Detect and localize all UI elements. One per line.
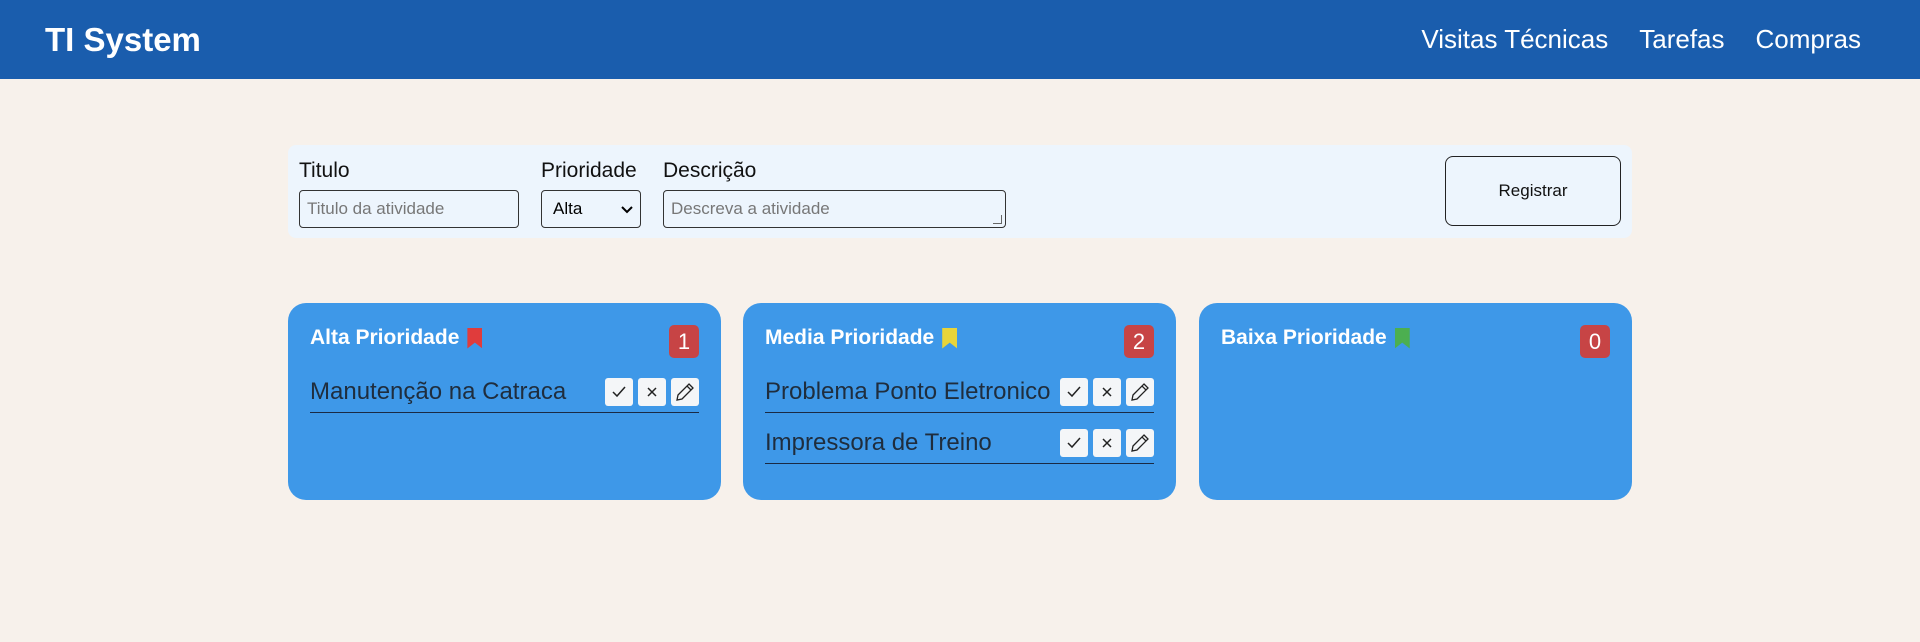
description-field-group: Descrição Descreva a atividade bbox=[663, 157, 1006, 228]
complete-button[interactable] bbox=[1060, 429, 1088, 457]
column-title: Media Prioridade bbox=[765, 326, 935, 349]
close-icon bbox=[1102, 387, 1112, 397]
column-title: Baixa Prioridade bbox=[1221, 326, 1387, 349]
delete-button[interactable] bbox=[638, 378, 666, 406]
title-input[interactable]: Titulo da atividade bbox=[299, 190, 519, 228]
nav-link-visitas-tecnicas[interactable]: Visitas Técnicas bbox=[1421, 24, 1608, 55]
title-placeholder: Titulo da atividade bbox=[307, 199, 445, 218]
priority-label: Prioridade bbox=[541, 159, 637, 182]
close-icon bbox=[647, 387, 657, 397]
column-alta-prioridade: Alta Prioridade 1 Manutenção na Catraca bbox=[288, 303, 721, 500]
pencil-icon bbox=[1131, 434, 1149, 452]
column-header: Baixa Prioridade bbox=[1221, 326, 1410, 350]
delete-button[interactable] bbox=[1093, 378, 1121, 406]
task-count-badge: 2 bbox=[1124, 325, 1154, 358]
bookmark-flag-icon bbox=[942, 327, 958, 349]
edit-button[interactable] bbox=[1126, 378, 1154, 406]
task-list: Problema Ponto Eletronico Impressora de … bbox=[765, 372, 1154, 474]
task-title: Manutenção na Catraca bbox=[310, 378, 567, 405]
task-item: Manutenção na Catraca bbox=[310, 372, 699, 413]
main-nav: Visitas Técnicas Tarefas Compras bbox=[1421, 24, 1861, 55]
register-button[interactable]: Registrar bbox=[1445, 156, 1621, 226]
task-actions bbox=[1060, 429, 1154, 457]
pencil-icon bbox=[676, 383, 694, 401]
task-item: Impressora de Treino bbox=[765, 423, 1154, 464]
complete-button[interactable] bbox=[605, 378, 633, 406]
column-header: Alta Prioridade bbox=[310, 326, 483, 350]
description-label: Descrição bbox=[663, 159, 757, 182]
description-placeholder: Descreva a atividade bbox=[671, 199, 830, 218]
priority-selected-value: Alta bbox=[553, 199, 583, 218]
task-title: Impressora de Treino bbox=[765, 429, 992, 456]
bookmark-flag-icon bbox=[467, 327, 483, 349]
brand-title[interactable]: TI System bbox=[45, 21, 201, 59]
column-header: Media Prioridade bbox=[765, 326, 958, 350]
edit-button[interactable] bbox=[671, 378, 699, 406]
check-icon bbox=[1067, 437, 1081, 449]
column-title: Alta Prioridade bbox=[310, 326, 460, 349]
pencil-icon bbox=[1131, 383, 1149, 401]
check-icon bbox=[1067, 386, 1081, 398]
priority-select[interactable]: Alta bbox=[541, 190, 641, 228]
task-title: Problema Ponto Eletronico bbox=[765, 378, 1051, 405]
bookmark-flag-icon bbox=[1394, 327, 1410, 349]
task-count-badge: 0 bbox=[1580, 325, 1610, 358]
complete-button[interactable] bbox=[1060, 378, 1088, 406]
check-icon bbox=[612, 386, 626, 398]
nav-link-compras[interactable]: Compras bbox=[1756, 24, 1861, 55]
delete-button[interactable] bbox=[1093, 429, 1121, 457]
title-field-group: Titulo Titulo da atividade bbox=[299, 157, 519, 228]
task-item: Problema Ponto Eletronico bbox=[765, 372, 1154, 413]
edit-button[interactable] bbox=[1126, 429, 1154, 457]
task-list: Manutenção na Catraca bbox=[310, 372, 699, 423]
description-textarea[interactable]: Descreva a atividade bbox=[663, 190, 1006, 228]
nav-link-tarefas[interactable]: Tarefas bbox=[1639, 24, 1724, 55]
task-actions bbox=[1060, 378, 1154, 406]
task-actions bbox=[605, 378, 699, 406]
resize-handle-icon[interactable] bbox=[993, 215, 1002, 224]
title-label: Titulo bbox=[299, 159, 350, 182]
chevron-down-icon bbox=[621, 206, 633, 214]
column-media-prioridade: Media Prioridade 2 Problema Ponto Eletro… bbox=[743, 303, 1176, 500]
top-navbar: TI System Visitas Técnicas Tarefas Compr… bbox=[0, 0, 1920, 79]
priority-field-group: Prioridade Alta bbox=[541, 157, 641, 228]
task-count-badge: 1 bbox=[669, 325, 699, 358]
task-form: Titulo Titulo da atividade Prioridade Al… bbox=[288, 145, 1632, 238]
close-icon bbox=[1102, 438, 1112, 448]
column-baixa-prioridade: Baixa Prioridade 0 bbox=[1199, 303, 1632, 500]
